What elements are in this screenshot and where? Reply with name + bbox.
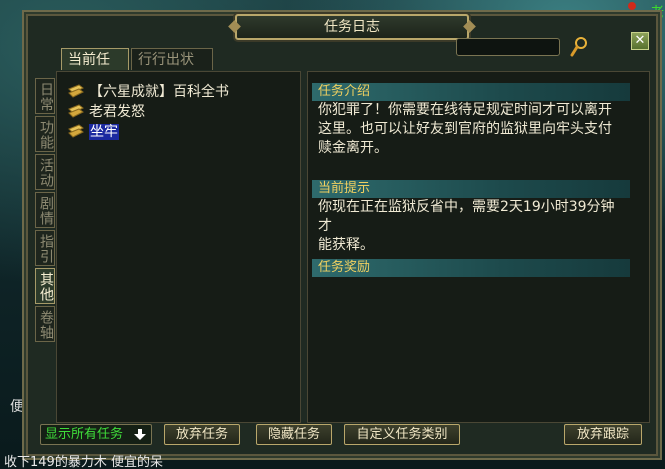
arrow-down-icon bbox=[134, 429, 146, 440]
side-tab-function[interactable]: 功能 bbox=[35, 116, 55, 152]
quest-item[interactable]: 【六星成就】百科全书 bbox=[67, 82, 229, 102]
search-icon[interactable] bbox=[570, 36, 588, 58]
filter-label: 显示所有任务 bbox=[45, 427, 124, 442]
scroll-icon bbox=[68, 104, 84, 118]
scroll-icon bbox=[68, 124, 84, 138]
close-button[interactable]: ✕ bbox=[631, 32, 649, 50]
hint-heading: 当前提示 bbox=[312, 180, 630, 198]
untrack-button[interactable]: 放弃跟踪 bbox=[564, 424, 642, 445]
hint-line: 能获释。 bbox=[318, 237, 374, 253]
quest-details: 任务介绍 你犯罪了！你需要在线待足规定时间才可以离开 这里。也可以让好友到官府的… bbox=[307, 71, 650, 423]
tab-career-quests[interactable]: 行行出状元 bbox=[131, 48, 213, 90]
quest-label: 【六星成就】百科全书 bbox=[89, 84, 229, 100]
side-tab-story[interactable]: 剧情 bbox=[35, 192, 55, 228]
hint-text: 你现在正在监狱反省中，需要2天19小时39分钟才 能获释。 bbox=[318, 198, 628, 255]
custom-category-button[interactable]: 自定义任务类别 bbox=[344, 424, 460, 445]
quest-item-selected[interactable]: 坐牢 bbox=[67, 122, 119, 142]
scene-marker bbox=[628, 2, 636, 10]
quest-filter-dropdown[interactable]: 显示所有任务 bbox=[40, 424, 152, 445]
window-title: 任务日志 bbox=[235, 14, 469, 40]
search-input[interactable] bbox=[456, 38, 560, 56]
intro-line: 你犯罪了！你需要在线待足规定时间才可以离开 bbox=[318, 102, 612, 118]
side-tab-other[interactable]: 其他 bbox=[35, 268, 55, 304]
quest-label: 老君发怒 bbox=[89, 104, 145, 120]
abandon-quest-button[interactable]: 放弃任务 bbox=[164, 424, 240, 445]
intro-line: 这里。也可以让好友到官府的监狱里向牢头支付 bbox=[318, 121, 612, 137]
tab-current-quests[interactable]: 当前任务 bbox=[61, 48, 129, 90]
side-tab-event[interactable]: 活动 bbox=[35, 154, 55, 190]
reward-heading: 任务奖励 bbox=[312, 259, 630, 277]
scroll-icon bbox=[68, 84, 84, 98]
quest-log-window: 任务日志 ✕ 当前任务 行行出状元 日常 功能 活动 剧情 指引 其他 卷轴 【… bbox=[22, 10, 662, 460]
chat-ticker: 收下149的暴力木 便宜的呆 bbox=[4, 455, 163, 469]
quest-label: 坐牢 bbox=[89, 124, 119, 140]
side-tab-scroll[interactable]: 卷轴 bbox=[35, 306, 55, 342]
quest-item[interactable]: 老君发怒 bbox=[67, 102, 145, 122]
hint-line: 你现在正在监狱反省中，需要2天19小时39分钟才 bbox=[318, 199, 615, 234]
intro-line: 赎金离开。 bbox=[318, 140, 388, 156]
side-tab-daily[interactable]: 日常 bbox=[35, 78, 55, 114]
side-tab-guide[interactable]: 指引 bbox=[35, 230, 55, 266]
intro-text: 你犯罪了！你需要在线待足规定时间才可以离开 这里。也可以让好友到官府的监狱里向牢… bbox=[318, 101, 628, 158]
intro-heading: 任务介绍 bbox=[312, 83, 630, 101]
hide-quest-button[interactable]: 隐藏任务 bbox=[256, 424, 332, 445]
quest-list: 【六星成就】百科全书 老君发怒 坐牢 bbox=[56, 71, 301, 423]
